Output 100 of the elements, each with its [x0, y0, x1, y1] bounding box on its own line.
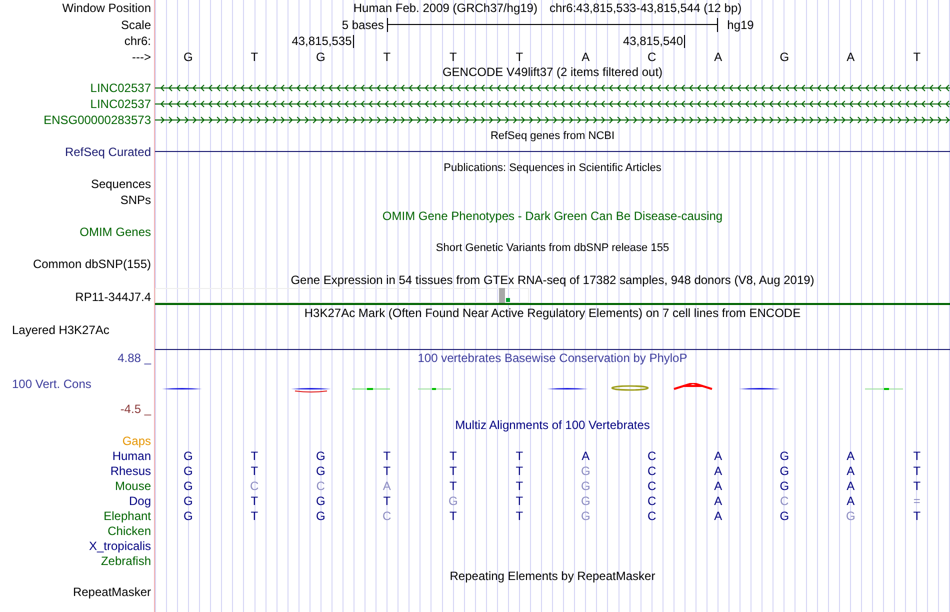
scale-db-label: hg19 [727, 18, 754, 30]
base-letter: G [316, 494, 326, 506]
base-letter: T [913, 50, 921, 62]
base-letter: C [648, 50, 656, 62]
track-label: Elephant [104, 510, 151, 522]
track-title: Gene Expression in 54 tissues from GTEx RNA-seq of 17382 samples, 948 donors (V8, Aug 2019) [290, 274, 814, 286]
base-letter: C [648, 510, 656, 522]
base-letter: T [250, 50, 258, 62]
base-letter: G [183, 450, 193, 462]
base-letter: G [580, 494, 590, 506]
track-title: 100 vertebrates Basewise Conservation by PhyloP [418, 352, 688, 364]
track-label: LINC02537 [90, 98, 151, 110]
track-label: Chicken [108, 524, 151, 536]
base-letter: T [516, 50, 524, 62]
base-letter: G [183, 50, 193, 62]
track-label: Dog [128, 494, 151, 506]
base-letter: A [714, 450, 722, 462]
base-letter: = [913, 494, 920, 506]
base-letter: C [382, 510, 392, 522]
base-letter: T [250, 510, 258, 522]
base-letter: A [582, 450, 590, 462]
base-letter: G [780, 464, 790, 476]
track-label: Sequences [90, 178, 151, 190]
base-letter: C [316, 480, 325, 492]
track-label: Layered H3K27Ac [12, 324, 110, 336]
base-letter: T [449, 50, 457, 62]
base-letter: G [316, 450, 326, 462]
track-label: LINC02537 [90, 82, 151, 94]
base-letter: A [714, 50, 722, 62]
track-title: Multiz Alignments of 100 Vertebrates [455, 419, 650, 431]
track-label: Common dbSNP(155) [32, 258, 151, 270]
base-letter: T [449, 510, 457, 522]
base-letter: G [316, 510, 326, 522]
track-label: X_tropicalis [88, 540, 151, 552]
base-letter: T [449, 464, 457, 476]
base-letter: A [714, 480, 722, 492]
track-label: Gaps [122, 434, 151, 446]
base-letter: A [382, 480, 391, 492]
base-letter: T [250, 464, 258, 476]
coordinate-tick: 43,815,535 [292, 34, 354, 48]
track-title: Short Genetic Variants from dbSNP release 155 [436, 242, 670, 254]
base-letter: T [516, 480, 524, 492]
base-letter: T [383, 50, 391, 62]
base-letter: G [780, 480, 790, 492]
track-label: Mouse [114, 480, 151, 492]
base-letter: T [913, 450, 921, 462]
base-letter: G [183, 480, 193, 492]
base-letter: G [846, 510, 856, 522]
axis-label: 4.88 _ [118, 352, 152, 364]
track-label: Rhesus [110, 464, 151, 476]
track-title: Publications: Sequences in Scientific Articles [444, 162, 662, 174]
base-letter: A [582, 50, 590, 62]
base-letter: A [846, 450, 855, 462]
track-label: Scale [120, 18, 151, 30]
base-letter: G [780, 50, 790, 62]
base-letter: G [183, 510, 193, 522]
base-letter: T [449, 450, 457, 462]
base-letter: T [516, 450, 524, 462]
track-label: chr6: [124, 35, 151, 47]
base-letter: A [846, 494, 855, 506]
track-title: Repeating Elements by RepeatMasker [450, 570, 656, 582]
track-label: RefSeq Curated [64, 146, 151, 158]
track-label: ---> [132, 50, 151, 62]
base-letter: G [580, 480, 590, 492]
base-letter: A [714, 494, 722, 506]
base-letter: C [250, 480, 259, 492]
track-title: RefSeq genes from NCBI [490, 130, 615, 142]
base-letter: T [516, 510, 524, 522]
base-letter: T [250, 450, 258, 462]
track-label: Zebrafish [100, 554, 151, 566]
track-label: OMIM Genes [80, 226, 151, 238]
base-letter: T [913, 510, 921, 522]
track-label: SNPs [120, 194, 151, 206]
base-letter: T [383, 450, 391, 462]
base-letter: T [516, 464, 524, 476]
base-letter: G [580, 510, 590, 522]
base-letter: T [383, 464, 391, 476]
scale-text: 5 bases [342, 18, 384, 30]
base-letter: A [846, 480, 855, 492]
track-label: ENSG00000283573 [44, 114, 151, 126]
base-letter: G [580, 464, 590, 476]
base-letter: T [250, 494, 258, 506]
base-letter: A [714, 464, 722, 476]
base-letter: G [448, 494, 458, 506]
base-letter: T [449, 480, 457, 492]
track-title: GENCODE V49lift37 (2 items filtered out) [442, 66, 663, 78]
axis-label: -4.5 _ [120, 403, 152, 415]
base-letter: G [780, 510, 790, 522]
track-label: RP11-344J7.4 [75, 290, 151, 302]
base-letter: T [516, 494, 524, 506]
base-letter: T [913, 464, 921, 476]
base-letter: C [648, 450, 656, 462]
track-title: OMIM Gene Phenotypes - Dark Green Can Be Disease-causing [382, 210, 723, 222]
base-letter: G [780, 450, 790, 462]
base-letter: C [648, 464, 656, 476]
base-letter: C [780, 494, 789, 506]
base-letter: A [714, 510, 722, 522]
track-label: 100 Vert. Cons [11, 378, 92, 390]
base-letter: G [316, 464, 326, 476]
base-letter: G [183, 494, 193, 506]
